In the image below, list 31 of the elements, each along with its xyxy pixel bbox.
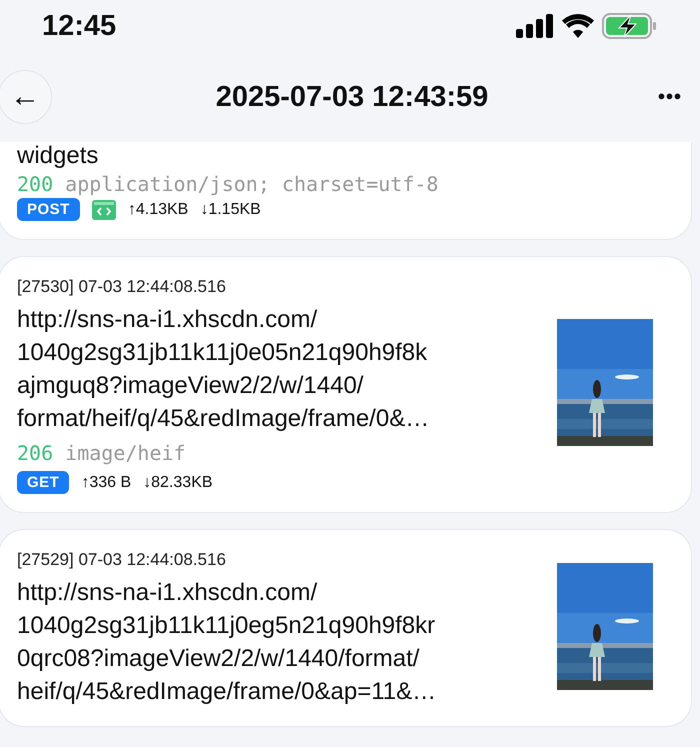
- method-badge: POST: [17, 198, 80, 221]
- back-button[interactable]: ←: [0, 70, 52, 124]
- upload-size: ↑336 B: [81, 474, 132, 492]
- status-code: 206: [17, 441, 54, 465]
- page-title: 2025-07-03 12:43:59: [214, 80, 490, 114]
- request-url: format/heif/q/45&redImage/frame/0&…: [17, 404, 430, 434]
- request-meta: [27530] 07-03 12:44:08.516: [17, 277, 227, 297]
- status-time: 12:45: [42, 10, 116, 42]
- request-url: 1040g2sg31jb11k11j0eg5n21q90h9f8kr: [17, 611, 436, 641]
- request-url: heif/q/45&redImage/frame/0&ap=11&…: [17, 677, 438, 707]
- content-type: image/heif: [65, 441, 186, 465]
- request-card[interactable]: [27529] 07-03 12:44:08.516 http://sns-na-i1.xhscdn.com/ 1040g2sg31jb11k11j0eg5n21q90h9f8kr 0qrc08?imageView2/2/w/1440/format/ heif/q/45&redImage/frame/0&ap=11&…: [0, 529, 692, 727]
- download-size: ↓1.15KB: [200, 200, 261, 218]
- signal-icon: [516, 14, 554, 38]
- request-url: widgets: [17, 142, 100, 170]
- upload-size: ↑4.13KB: [128, 200, 188, 218]
- content-type: application/json; charset=utf-8: [65, 172, 438, 196]
- request-url: http://sns-na-i1.xhscdn.com/: [17, 305, 318, 335]
- request-card[interactable]: [27530] 07-03 12:44:08.516 http://sns-na-i1.xhscdn.com/ 1040g2sg31jb11k11j0e05n21q90h9f8k ajmguq8?imageView2/2/w/1440/ format/heif/q/45&redImage/frame/0&… 206 image/heif GET ↑336 B ↓82.33KB: [0, 256, 692, 513]
- request-card[interactable]: widgets 200 application/json; charset=utf-8 POST ↑4.13KB ↓1.15KB: [0, 142, 692, 240]
- more-button[interactable]: •••: [658, 86, 682, 108]
- status-code: 200: [17, 172, 54, 196]
- battery-charging-icon: [602, 13, 658, 39]
- wifi-icon: [562, 14, 594, 38]
- download-size: ↓82.33KB: [143, 474, 213, 492]
- request-url: 0qrc08?imageView2/2/w/1440/format/: [17, 644, 420, 674]
- request-url: 1040g2sg31jb11k11j0e05n21q90h9f8k: [17, 338, 428, 368]
- method-badge: GET: [17, 471, 70, 494]
- request-url: http://sns-na-i1.xhscdn.com/: [17, 578, 318, 608]
- request-meta: [27529] 07-03 12:44:08.516: [17, 550, 227, 570]
- request-url: ajmguq8?imageView2/2/w/1440/: [17, 371, 364, 401]
